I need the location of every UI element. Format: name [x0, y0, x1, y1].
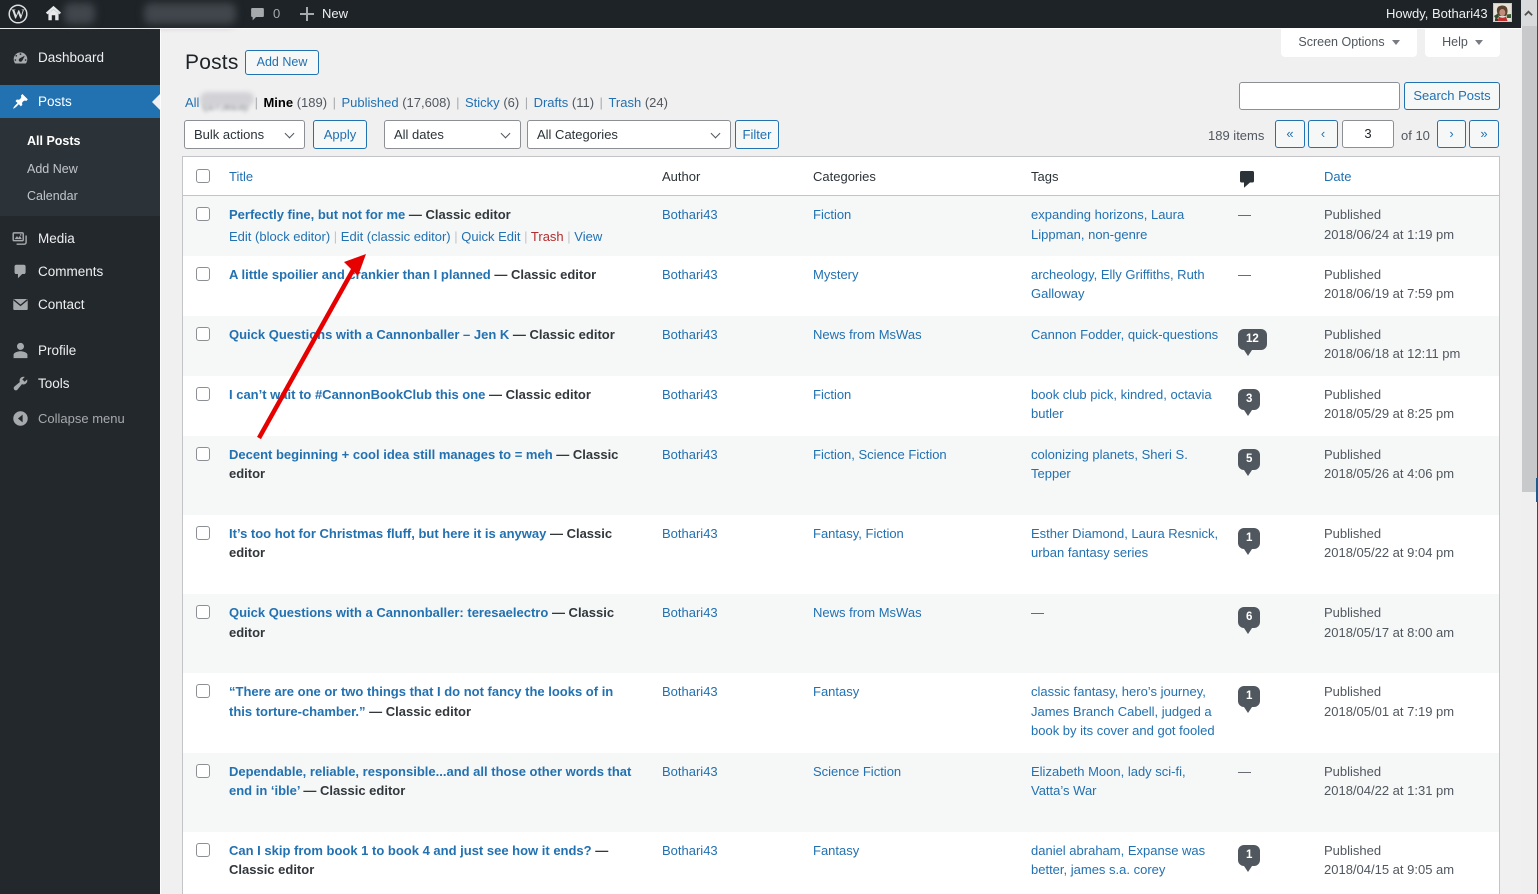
svg-text:W: W [11, 7, 25, 22]
